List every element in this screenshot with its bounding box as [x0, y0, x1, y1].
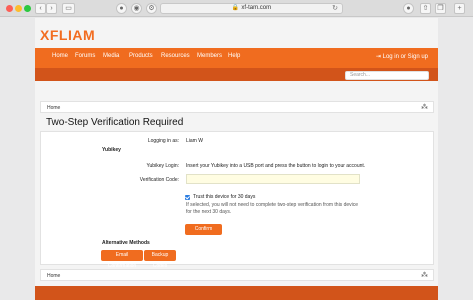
- page-title: Two-Step Verification Required: [46, 117, 184, 128]
- search-input[interactable]: Search...: [345, 71, 429, 80]
- share-icon[interactable]: ⇧: [420, 3, 431, 14]
- web-page: XFLIAM Home Forums Media Products Resour…: [35, 18, 438, 300]
- extension-icon[interactable]: ◉: [131, 3, 142, 14]
- forward-button[interactable]: ›: [46, 3, 57, 14]
- browser-window: ‹ › ▭ ● ◉ ⚙ 🔒 xf-tam.com ↻ ● ⇧ ❐ + XFLIAM…: [0, 0, 473, 300]
- lock-icon: 🔒: [231, 5, 240, 11]
- download-icon[interactable]: ●: [403, 3, 414, 14]
- browser-titlebar: ‹ › ▭ ● ◉ ⚙ 🔒 xf-tam.com ↻ ● ⇧ ❐ +: [0, 0, 473, 17]
- site-logo[interactable]: XFLIAM: [40, 27, 95, 43]
- zoom-window-button[interactable]: [24, 5, 31, 12]
- shield-icon[interactable]: ●: [116, 3, 127, 14]
- footer-sitemap-icon[interactable]: ⁂: [421, 271, 428, 279]
- login-link[interactable]: ⇥ Log in or Sign up: [376, 53, 428, 60]
- address-bar[interactable]: 🔒 xf-tam.com ↻: [160, 3, 343, 14]
- nav-forums[interactable]: Forums: [75, 53, 95, 59]
- nav-media[interactable]: Media: [103, 53, 119, 59]
- footer-breadcrumb-home[interactable]: Home: [47, 273, 60, 279]
- yubikey-login-value: Insert your Yubikey into a USB port and …: [186, 163, 366, 169]
- footer-breadcrumb: Home ⁂: [40, 269, 434, 281]
- sidebar-toggle-icon[interactable]: ▭: [62, 3, 75, 14]
- email-confirmation-button[interactable]: Email Confirmation: [101, 250, 143, 269]
- trust-device-checkbox[interactable]: [185, 195, 190, 200]
- nav-members[interactable]: Members: [197, 53, 222, 59]
- site-footer: [35, 286, 438, 300]
- confirm-button[interactable]: Confirm: [185, 224, 222, 235]
- alternative-methods-title: Alternative Methods: [102, 240, 150, 246]
- tabs-icon[interactable]: ❐: [435, 3, 446, 14]
- trust-device-label[interactable]: Trust this device for 30 days: [193, 194, 255, 200]
- yubikey-login-label: Yubikey Login:: [146, 163, 179, 169]
- breadcrumb-home[interactable]: Home: [47, 105, 60, 111]
- login-icon: ⇥: [375, 54, 381, 60]
- sitemap-icon[interactable]: ⁂: [421, 103, 428, 111]
- minimize-window-button[interactable]: [15, 5, 22, 12]
- backup-codes-button[interactable]: Backup Codes: [144, 250, 176, 269]
- new-tab-icon[interactable]: +: [454, 3, 465, 14]
- breadcrumb: Home ⁂: [40, 101, 434, 113]
- close-window-button[interactable]: [6, 5, 13, 12]
- section-yubikey: Yubikey: [102, 147, 121, 153]
- verification-code-input[interactable]: [186, 174, 360, 184]
- reload-icon[interactable]: ↻: [332, 4, 338, 13]
- logging-in-label: Logging in as:: [147, 138, 179, 144]
- verification-code-label: Verification Code:: [139, 177, 179, 183]
- nav-home[interactable]: Home: [52, 53, 68, 59]
- logging-in-value: Liam W: [186, 138, 203, 144]
- settings-icon[interactable]: ⚙: [146, 3, 157, 14]
- nav-products[interactable]: Products: [129, 53, 153, 59]
- login-label: Log in or Sign up: [382, 54, 428, 60]
- back-button[interactable]: ‹: [35, 3, 46, 14]
- nav-resources[interactable]: Resources: [161, 53, 190, 59]
- url-text: xf-tam.com: [241, 5, 272, 11]
- nav-help[interactable]: Help: [228, 53, 240, 59]
- trust-device-note: If selected, you will not need to comple…: [186, 202, 359, 215]
- main-nav: Home Forums Media Products Resources Mem…: [35, 48, 438, 68]
